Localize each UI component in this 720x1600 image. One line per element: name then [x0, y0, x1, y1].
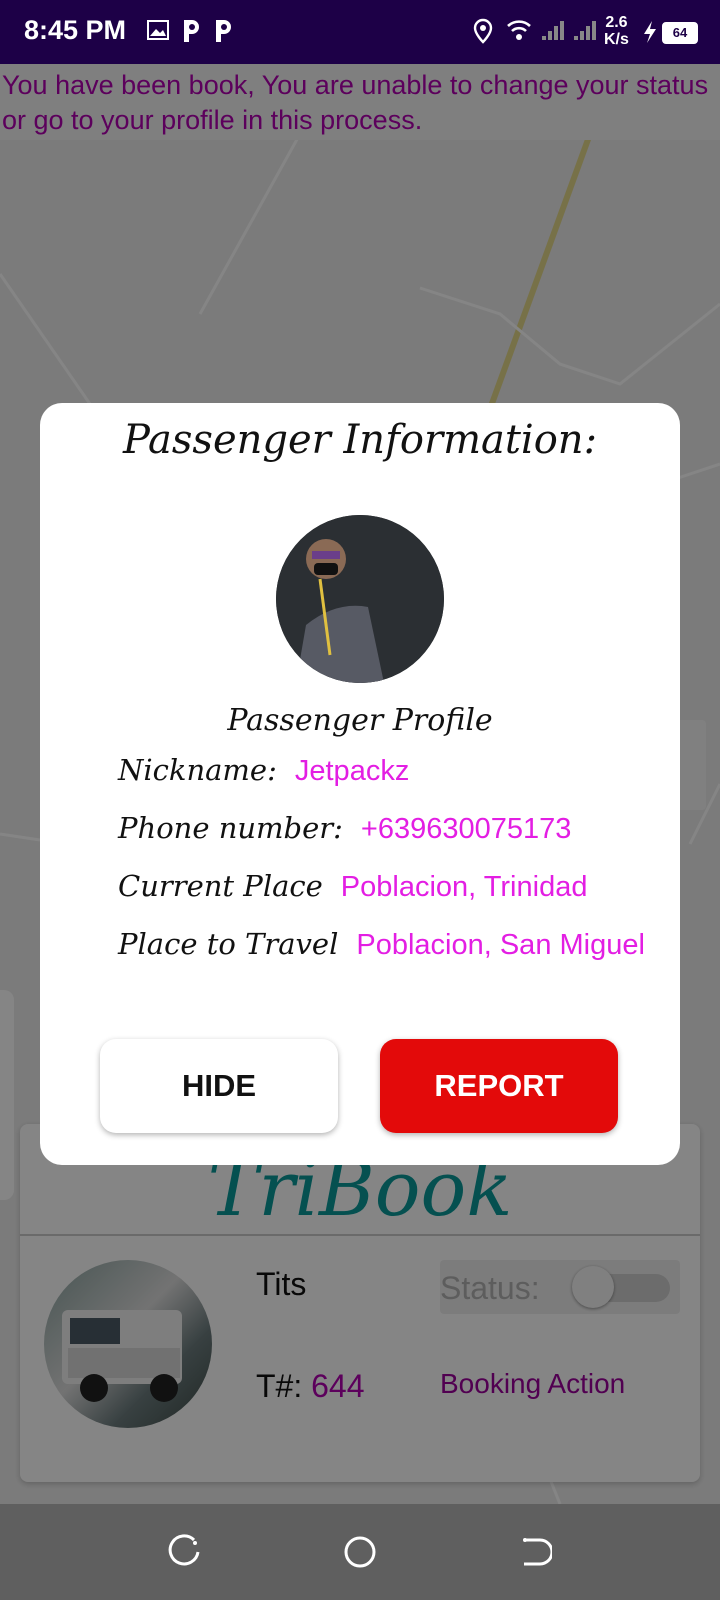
recent-apps-icon[interactable] [168, 1534, 204, 1575]
net-speed-value: 2.6 [605, 14, 628, 31]
destination-row: Place to Travel Poblacion, San Miguel [118, 927, 645, 962]
field-value: Jetpackz [294, 755, 410, 787]
profile-caption: Passenger Profile [227, 703, 493, 738]
field-value: +639630075173 [360, 813, 572, 845]
field-value: Poblacion, San Miguel [356, 929, 645, 961]
nickname-row: Nickname: Jetpackz [118, 753, 409, 788]
p-app-icon [212, 18, 234, 49]
system-nav-bar [0, 1504, 720, 1600]
passenger-avatar [276, 515, 444, 683]
location-icon [472, 18, 494, 49]
current-place-row: Current Place Poblacion, Trinidad [118, 869, 587, 904]
image-icon [146, 18, 170, 47]
passenger-info-dialog: Passenger Information: Passenger Profile… [40, 403, 680, 1165]
home-icon[interactable] [342, 1534, 378, 1575]
field-value: Poblacion, Trinidad [340, 871, 588, 903]
dialog-title: Passenger Information: [122, 417, 598, 463]
battery-icon: 64 [662, 22, 698, 44]
network-speed: 2.6 K/s [604, 14, 629, 48]
signal-icon [572, 18, 598, 47]
charging-icon [642, 20, 658, 49]
hide-button[interactable]: HIDE [100, 1039, 338, 1133]
back-icon[interactable] [516, 1534, 554, 1575]
net-speed-unit: K/s [604, 31, 629, 48]
field-label: Place to Travel [118, 927, 339, 961]
field-label: Current Place [118, 869, 323, 903]
field-label: Phone number: [118, 811, 343, 845]
report-button[interactable]: REPORT [380, 1039, 618, 1133]
clock: 8:45 PM [24, 15, 127, 45]
signal-icon [540, 18, 566, 47]
wifi-icon [506, 18, 532, 47]
field-label: Nickname: [118, 753, 277, 787]
status-bar: 8:45 PM 2.6 K/s 64 [0, 0, 720, 64]
phone-row: Phone number: +639630075173 [118, 811, 571, 846]
p-app-icon [180, 18, 202, 49]
